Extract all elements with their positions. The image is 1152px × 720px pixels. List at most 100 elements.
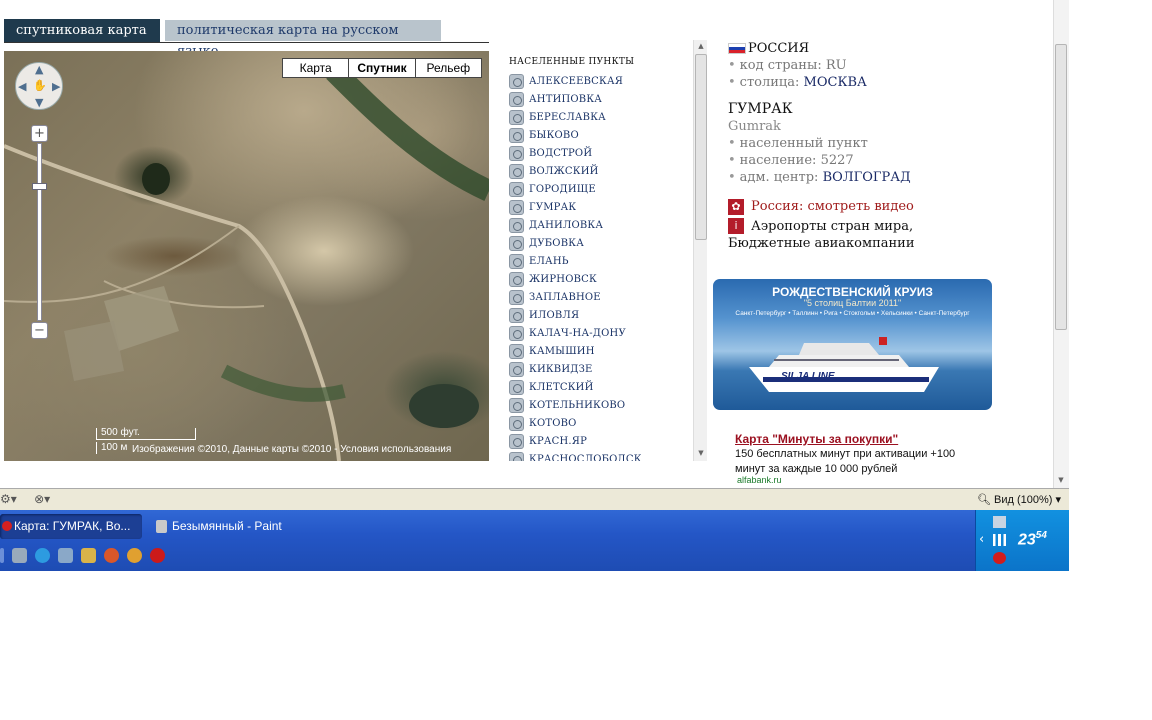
monitor-icon[interactable] xyxy=(993,516,1006,528)
quicklaunch-arrow-icon[interactable] xyxy=(12,548,27,563)
list-item[interactable]: КОТЕЛЬНИКОВО xyxy=(509,396,689,414)
promo-source-link[interactable]: alfabank.ru xyxy=(737,475,782,485)
list-item[interactable]: АЛЕКСЕЕВСКАЯ xyxy=(509,72,689,90)
list-item[interactable]: ИЛОВЛЯ xyxy=(509,306,689,324)
security-icon[interactable]: ⊗▾ xyxy=(34,492,50,506)
internet-explorer-icon[interactable] xyxy=(35,548,50,563)
taskbar-item-browser-label: Карта: ГУМРАК, Во... xyxy=(14,519,131,533)
list-item[interactable]: ЗАПЛАВНОЕ xyxy=(509,288,689,306)
map-type-map-button[interactable]: Карта xyxy=(283,59,350,77)
place-title: ГУМРАК xyxy=(728,101,793,117)
pan-left-arrow-icon[interactable]: ◀ xyxy=(18,80,26,93)
globe-icon xyxy=(509,343,524,359)
list-item[interactable]: КИКВИДЗЕ xyxy=(509,360,689,378)
capital-link[interactable]: МОСКВА xyxy=(804,75,867,90)
video-link[interactable]: Россия: смотреть видео xyxy=(751,198,914,215)
firefox-icon[interactable] xyxy=(104,548,119,563)
pan-right-arrow-icon[interactable]: ▶ xyxy=(52,80,60,93)
settlement-link[interactable]: ВОЛЖСКИЙ xyxy=(529,166,599,177)
list-item[interactable]: ЖИРНОВСК xyxy=(509,270,689,288)
map-type-satellite-button[interactable]: Спутник xyxy=(349,59,416,77)
settlement-link[interactable]: ЗАПЛАВНОЕ xyxy=(529,292,601,303)
page-scrollbar[interactable]: ▼ xyxy=(1053,0,1069,488)
list-item[interactable]: ЕЛАНЬ xyxy=(509,252,689,270)
list-item[interactable]: ДАНИЛОВКА xyxy=(509,216,689,234)
video-link-row[interactable]: ✿ Россия: смотреть видео xyxy=(728,198,1028,215)
taskbar-item-browser[interactable]: Карта: ГУМРАК, Во... xyxy=(0,514,142,539)
promo-title-link[interactable]: Карта "Минуты за покупки" xyxy=(735,432,898,446)
desktop-icon[interactable] xyxy=(58,548,73,563)
settlement-link[interactable]: АЛЕКСЕЕВСКАЯ xyxy=(529,76,623,87)
globe-icon xyxy=(509,271,524,287)
zoom-slider-handle[interactable] xyxy=(32,183,47,190)
adm-center-link[interactable]: ВОЛГОГРАД xyxy=(823,170,911,185)
list-item[interactable]: КАЛАЧ-НА-ДОНУ xyxy=(509,324,689,342)
antivirus-icon[interactable] xyxy=(993,552,1006,564)
settlement-link[interactable]: КРАСН.ЯР xyxy=(529,436,587,447)
airports-link[interactable]: Аэропорты стран мира, xyxy=(751,218,913,235)
settlement-link[interactable]: АНТИПОВКА xyxy=(529,94,602,105)
satellite-map[interactable]: Карта Спутник Рельеф ▲ ◀ ▶ ▼ ✋ + − 500 ф… xyxy=(4,51,489,461)
chrome-icon[interactable] xyxy=(127,548,142,563)
pan-control[interactable]: ▲ ◀ ▶ ▼ ✋ xyxy=(15,62,63,110)
scroll-thumb[interactable] xyxy=(695,54,707,240)
settlement-link[interactable]: ЕЛАНЬ xyxy=(529,256,569,267)
settlements-scrollbar[interactable]: ▲ ▼ xyxy=(693,40,707,461)
settlement-link[interactable]: КАМЫШИН xyxy=(529,346,595,357)
map-type-terrain-button[interactable]: Рельеф xyxy=(416,59,481,77)
tab-political-map[interactable]: политическая карта на русском языке xyxy=(165,20,441,59)
list-item[interactable]: БЫКОВО xyxy=(509,126,689,144)
settlement-link[interactable]: ДУБОВКА xyxy=(529,238,584,249)
list-item[interactable]: КОТОВО xyxy=(509,414,689,432)
list-item[interactable]: БЕРЕСЛАВКА xyxy=(509,108,689,126)
opera-quick-icon[interactable] xyxy=(150,548,165,563)
list-item[interactable]: АНТИПОВКА xyxy=(509,90,689,108)
settlement-link[interactable]: КИКВИДЗЕ xyxy=(529,364,593,375)
zoom-out-button[interactable]: − xyxy=(31,322,48,339)
settlement-link[interactable]: КЛЕТСКИЙ xyxy=(529,382,594,393)
clock[interactable]: 2354 xyxy=(1018,530,1047,549)
cruise-ad-banner[interactable]: РОЖДЕСТВЕНСКИЙ КРУИЗ "5 столиц Балтии 20… xyxy=(713,279,992,410)
network-icon[interactable]: ⚙▾ xyxy=(0,492,17,506)
settlement-link[interactable]: КОТОВО xyxy=(529,418,577,429)
list-item[interactable]: ВОЛЖСКИЙ xyxy=(509,162,689,180)
settlement-link[interactable]: ЖИРНОВСК xyxy=(529,274,597,285)
list-item[interactable]: КАМЫШИН xyxy=(509,342,689,360)
list-item[interactable]: ГОРОДИЩЕ xyxy=(509,180,689,198)
list-item[interactable]: ДУБОВКА xyxy=(509,234,689,252)
zoom-in-button[interactable]: + xyxy=(31,125,48,142)
settlement-link[interactable]: КАЛАЧ-НА-ДОНУ xyxy=(529,328,626,339)
scroll-down-arrow-icon[interactable]: ▼ xyxy=(694,447,708,459)
settlement-link[interactable]: ВОДСТРОЙ xyxy=(529,148,592,159)
budget-airlines-link[interactable]: Бюджетные авиакомпании xyxy=(728,235,1028,252)
settlement-link[interactable]: ДАНИЛОВКА xyxy=(529,220,603,231)
map-copyright[interactable]: Изображения ©2010, Данные карты ©2010 - … xyxy=(132,444,451,455)
zoom-level[interactable]: 🔍︎ Вид (100%) ▾ xyxy=(977,493,1061,506)
settlement-link[interactable]: КРАСНОСЛОБОДСК xyxy=(529,454,642,462)
settlement-link[interactable]: ГУМРАК xyxy=(529,202,576,213)
pan-up-arrow-icon[interactable]: ▲ xyxy=(35,63,43,76)
page-scroll-down-arrow-icon[interactable]: ▼ xyxy=(1054,474,1068,486)
settlement-link[interactable]: БЫКОВО xyxy=(529,130,579,141)
info-icon: i xyxy=(728,218,744,234)
pan-down-arrow-icon[interactable]: ▼ xyxy=(35,96,43,109)
settlement-link[interactable]: КОТЕЛЬНИКОВО xyxy=(529,400,625,411)
signal-icon[interactable] xyxy=(993,534,1006,546)
list-item[interactable]: КРАСН.ЯР xyxy=(509,432,689,450)
taskbar-item-paint[interactable]: Безымянный - Paint xyxy=(152,514,322,539)
list-item[interactable]: КЛЕТСКИЙ xyxy=(509,378,689,396)
zoom-slider-track[interactable] xyxy=(37,143,42,321)
tray-expand-icon[interactable]: ‹ xyxy=(979,532,984,547)
settlement-link[interactable]: БЕРЕСЛАВКА xyxy=(529,112,606,123)
globe-icon xyxy=(509,91,524,107)
settlement-link[interactable]: ИЛОВЛЯ xyxy=(529,310,579,321)
settlement-link[interactable]: ГОРОДИЩЕ xyxy=(529,184,596,195)
country-name: РОССИЯ xyxy=(748,41,810,56)
list-item[interactable]: КРАСНОСЛОБОДСК xyxy=(509,450,689,461)
list-item[interactable]: ВОДСТРОЙ xyxy=(509,144,689,162)
scroll-up-arrow-icon[interactable]: ▲ xyxy=(694,40,708,52)
tab-satellite-map[interactable]: спутниковая карта xyxy=(4,19,160,42)
page-scroll-thumb[interactable] xyxy=(1055,44,1067,330)
lightning-icon[interactable] xyxy=(81,548,96,563)
list-item[interactable]: ГУМРАК xyxy=(509,198,689,216)
